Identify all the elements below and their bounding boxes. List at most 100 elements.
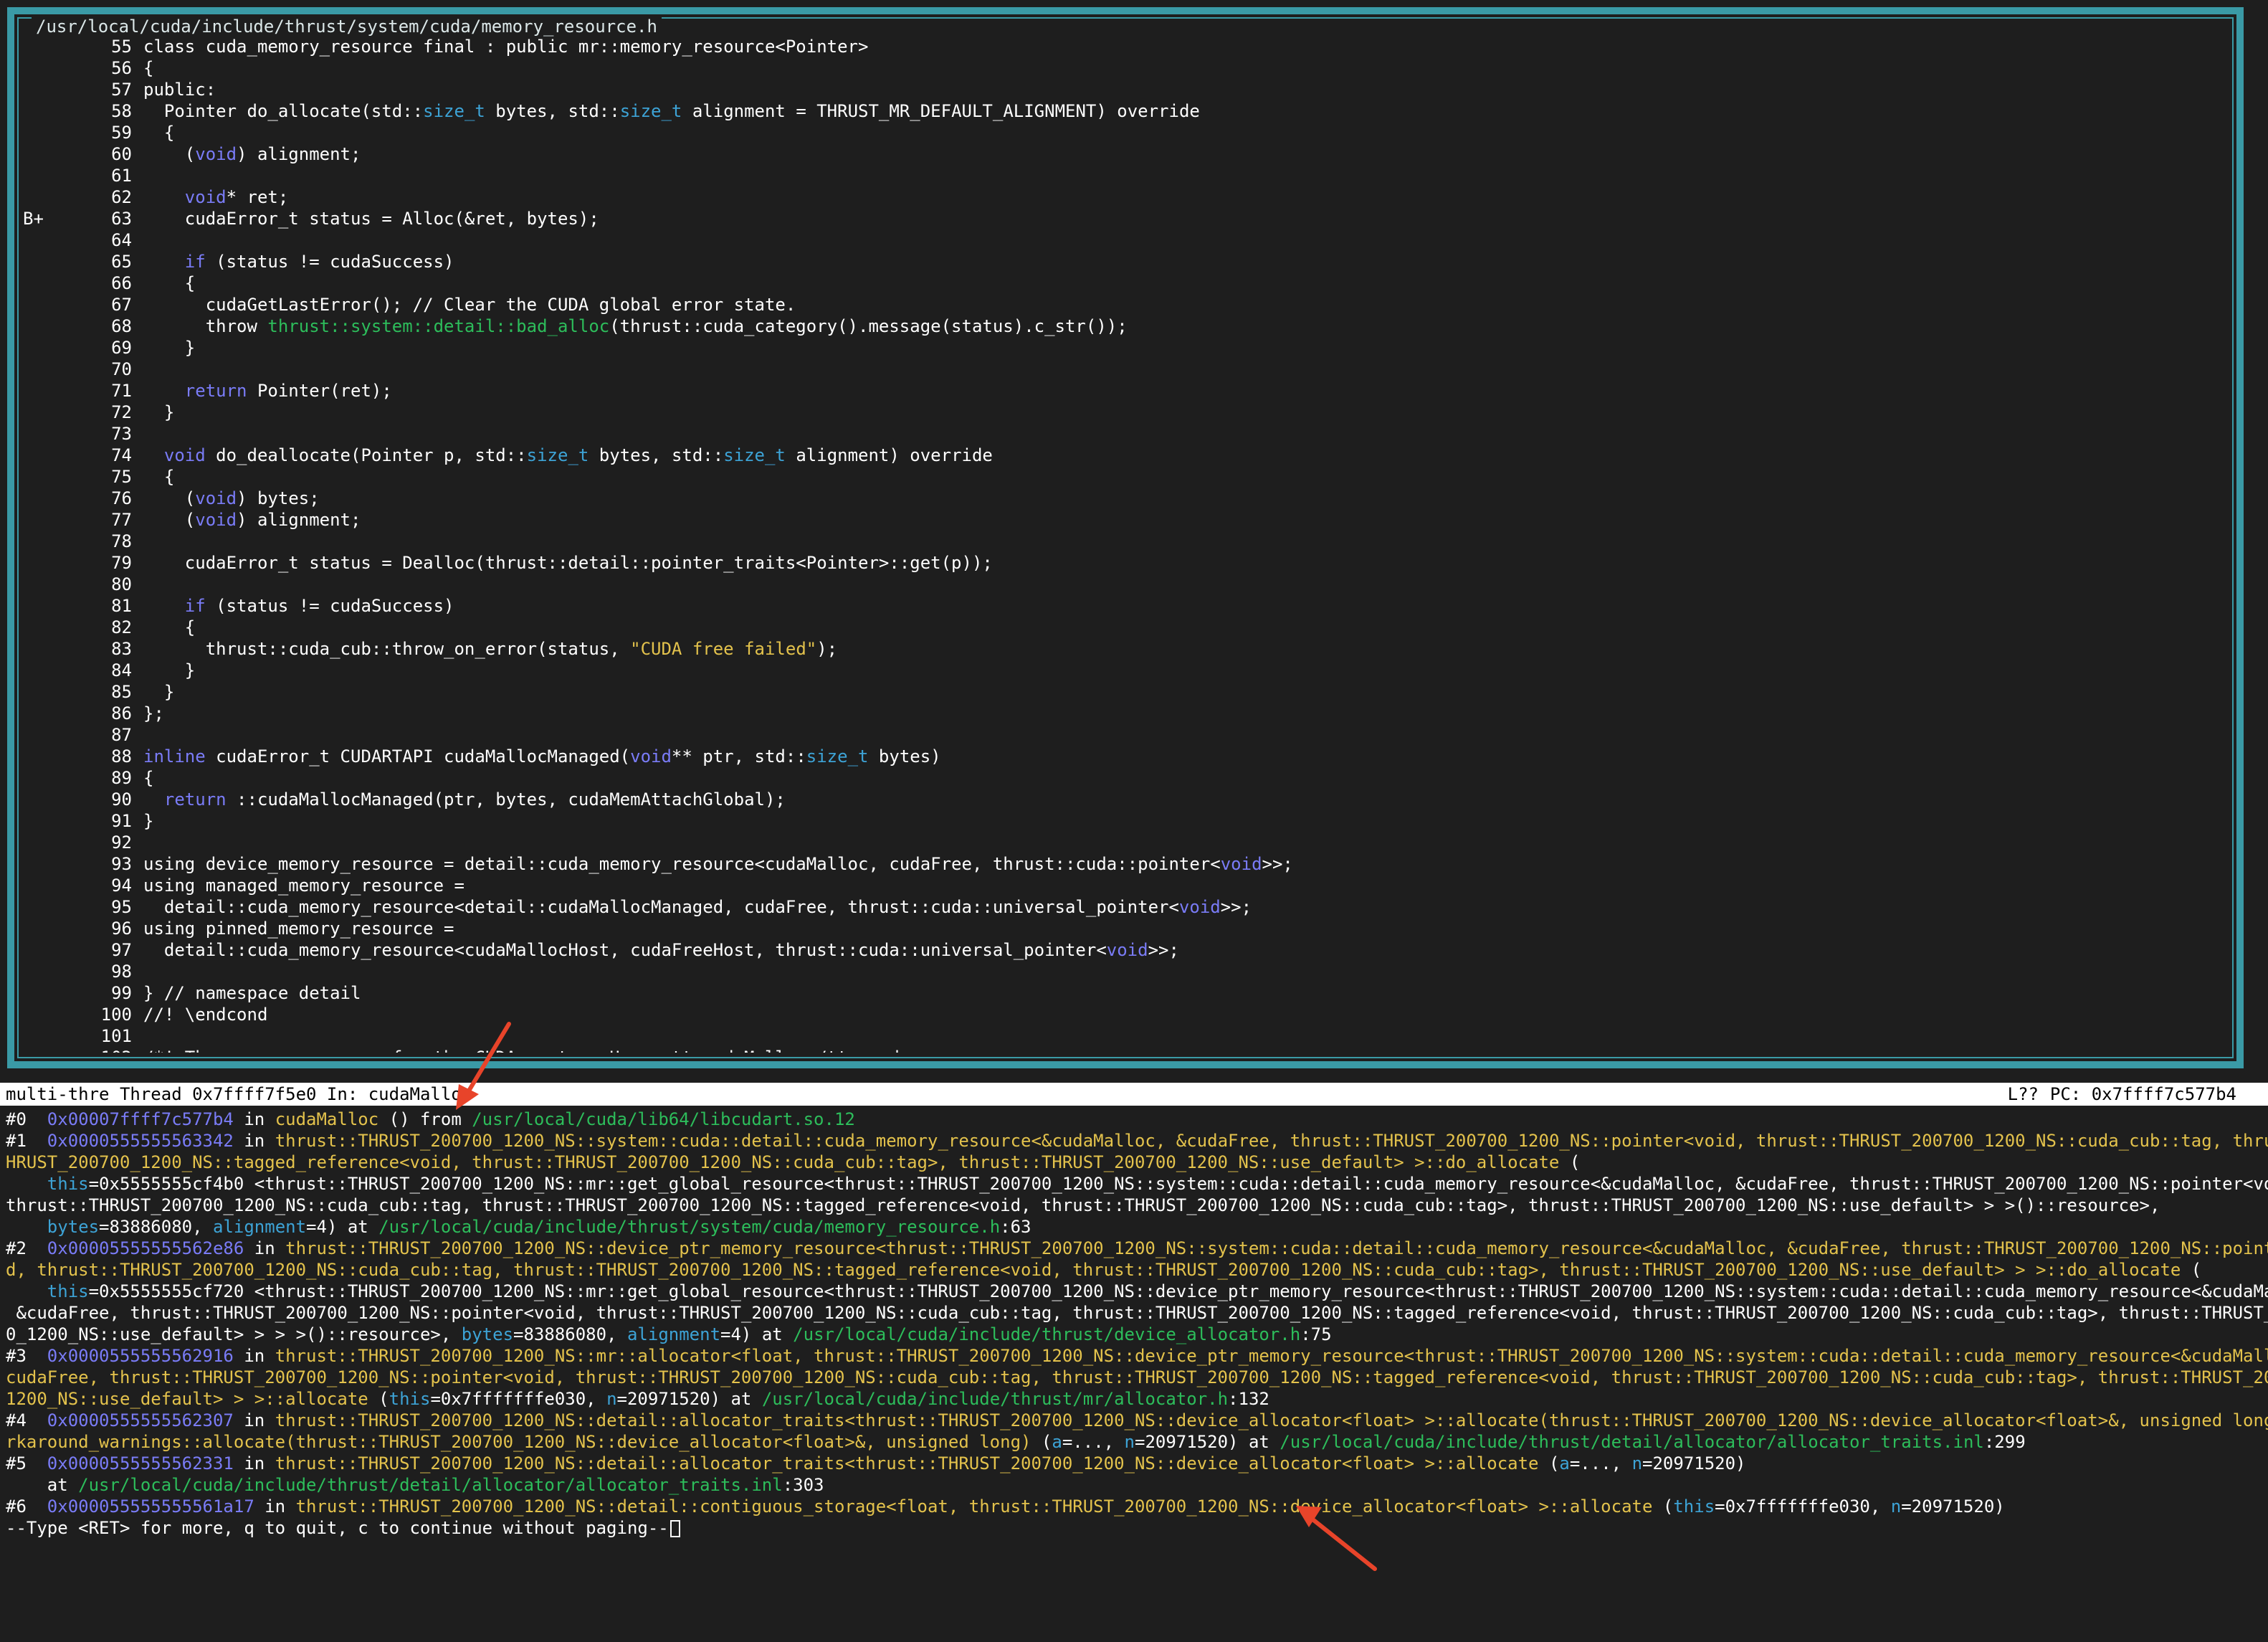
source-line[interactable]: 69 }	[23, 337, 2228, 359]
line-number: 72	[111, 402, 132, 422]
source-line[interactable]: 87	[23, 724, 2228, 746]
line-number: 68	[111, 316, 132, 336]
source-line[interactable]: 57 public:	[23, 79, 2228, 100]
status-program-counter: PC: 0x7ffff7c577b4	[2049, 1084, 2236, 1104]
backtrace-segment: 0x00005555555562e86	[47, 1238, 244, 1258]
backtrace-segment: =4) at	[306, 1217, 379, 1237]
source-line[interactable]: 67 cudaGetLastError(); // Clear the CUDA…	[23, 294, 2228, 315]
backtrace-segment: 0_1200_NS::use_default> > > >()::resourc…	[6, 1324, 462, 1344]
backtrace-segment: thrust::THRUST_200700_1200_NS::detail::a…	[275, 1453, 1539, 1473]
source-line[interactable]: 86};	[23, 703, 2228, 724]
source-line[interactable]: 73	[23, 423, 2228, 445]
pager-prompt-line[interactable]: --Type <RET> for more, q to quit, c to c…	[0, 1517, 2268, 1539]
source-line[interactable]: 88 inline cudaError_t CUDARTAPI cudaMallo…	[23, 746, 2228, 767]
source-line[interactable]: 92	[23, 832, 2228, 853]
source-line[interactable]: 89 {	[23, 767, 2228, 789]
backtrace-line: d, thrust::THRUST_200700_1200_NS::cuda_c…	[0, 1259, 2268, 1281]
source-line[interactable]: 71 return Pointer(ret);	[23, 380, 2228, 402]
backtrace-line: rkaround_warnings::allocate(thrust::THRU…	[0, 1431, 2268, 1453]
source-line[interactable]: 90 return ::cudaMallocManaged(ptr, bytes…	[23, 789, 2228, 810]
source-line[interactable]: 68 throw thrust::system::detail::bad_all…	[23, 315, 2228, 337]
backtrace-segment: =...,	[1569, 1453, 1632, 1473]
backtrace-segment	[6, 1281, 47, 1301]
source-window[interactable]: /usr/local/cuda/include/thrust/system/cu…	[7, 7, 2244, 1068]
source-line[interactable]: 83 thrust::cuda_cub::throw_on_error(stat…	[23, 638, 2228, 660]
source-line[interactable]: 70	[23, 359, 2228, 380]
source-code-area[interactable]: 55 class cuda_memory_resource final : pub…	[23, 36, 2228, 1053]
source-line[interactable]: 79 cudaError_t status = Dealloc(thrust::…	[23, 552, 2228, 574]
source-line[interactable]: 100 //! \endcond	[23, 1004, 2228, 1025]
backtrace-segment: a	[1559, 1453, 1570, 1473]
backtrace-segment: =83886080,	[513, 1324, 627, 1344]
source-line[interactable]: 74 void do_deallocate(Pointer p, std::si…	[23, 445, 2228, 466]
source-line[interactable]: 96 using pinned_memory_resource =	[23, 918, 2228, 939]
line-number: 57	[111, 80, 132, 100]
line-number: 76	[111, 488, 132, 508]
source-line[interactable]: 78	[23, 531, 2228, 552]
source-line[interactable]: 59 {	[23, 122, 2228, 143]
backtrace-line: HRUST_200700_1200_NS::tagged_reference<v…	[0, 1152, 2268, 1173]
line-number: 93	[111, 854, 132, 874]
source-line[interactable]: 65 if (status != cudaSuccess)	[23, 251, 2228, 272]
source-line[interactable]: 97 detail::cuda_memory_resource<cudaMall…	[23, 939, 2228, 961]
source-line[interactable]: 99} // namespace detail	[23, 982, 2228, 1004]
source-line[interactable]: 77 (void) alignment;	[23, 509, 2228, 531]
source-line[interactable]: 82 {	[23, 617, 2228, 638]
source-line[interactable]: 60 (void) alignment;	[23, 143, 2228, 165]
backtrace-line: #2 0x00005555555562e86 in thrust::THRUST…	[0, 1238, 2268, 1259]
backtrace-segment: (	[1652, 1496, 1674, 1517]
source-line[interactable]: 84 }	[23, 660, 2228, 681]
line-number: 75	[111, 467, 132, 487]
backtrace-line: #0 0x00007ffff7c577b4 in cudaMalloc () f…	[0, 1109, 2268, 1130]
source-line[interactable]: 98	[23, 961, 2228, 982]
source-line[interactable]: 66 {	[23, 272, 2228, 294]
source-line[interactable]: 72 }	[23, 402, 2228, 423]
source-line[interactable]: 81 if (status != cudaSuccess)	[23, 595, 2228, 617]
line-number: 94	[111, 875, 132, 896]
source-line[interactable]: 64	[23, 229, 2228, 251]
line-number: 84	[111, 660, 132, 680]
backtrace-segment: thrust::THRUST_200700_1200_NS::system::c…	[275, 1131, 2268, 1151]
source-line[interactable]: 94 using managed_memory_resource =	[23, 875, 2228, 896]
source-line[interactable]: 75 {	[23, 466, 2228, 488]
line-number: 78	[111, 531, 132, 551]
backtrace-segment: n	[1631, 1453, 1643, 1473]
backtrace-segment: /usr/local/cuda/include/thrust/detail/al…	[1280, 1432, 1984, 1452]
line-code: /*! The memory resource for the CUDA sys…	[143, 1047, 962, 1053]
source-line[interactable]: 61	[23, 165, 2228, 186]
source-line[interactable]: 58 Pointer do_allocate(std::size_t bytes…	[23, 100, 2228, 122]
source-line[interactable]: 76 (void) bytes;	[23, 488, 2228, 509]
source-line[interactable]: 95 detail::cuda_memory_resource<detail::…	[23, 896, 2228, 918]
source-line[interactable]: 85 }	[23, 681, 2228, 703]
line-number: 85	[111, 682, 132, 702]
line-code: using device_memory_resource = detail::c…	[143, 854, 1293, 874]
line-number: 62	[111, 187, 132, 207]
line-code: }	[143, 811, 154, 831]
backtrace-line: &cudaFree, thrust::THRUST_200700_1200_NS…	[0, 1302, 2268, 1324]
line-number: 60	[111, 144, 132, 164]
source-line[interactable]: 102 /*! The memory resource for the CUDA …	[23, 1047, 2228, 1053]
line-code: detail::cuda_memory_resource<detail::cud…	[143, 897, 1252, 917]
line-code: (void) alignment;	[143, 510, 361, 530]
line-number: 82	[111, 617, 132, 637]
line-number: 95	[111, 897, 132, 917]
source-line[interactable]: 101	[23, 1025, 2228, 1047]
source-line[interactable]: 62 void* ret;	[23, 186, 2228, 208]
terminal-cursor[interactable]	[670, 1520, 680, 1537]
source-line[interactable]: 93 using device_memory_resource = detail:…	[23, 853, 2228, 875]
source-line[interactable]: 55 class cuda_memory_resource final : pub…	[23, 36, 2228, 57]
backtrace-segment: =20971520) at	[616, 1389, 762, 1409]
backtrace-segment: (	[2181, 1260, 2202, 1280]
backtrace-segment: (	[368, 1389, 389, 1409]
line-code: return ::cudaMallocManaged(ptr, bytes, c…	[163, 789, 786, 810]
backtrace-console[interactable]: #0 0x00007ffff7c577b4 in cudaMalloc () f…	[0, 1109, 2268, 1539]
source-line[interactable]: 91}	[23, 810, 2228, 832]
source-line[interactable]: 80	[23, 574, 2228, 595]
backtrace-segment: (	[1031, 1432, 1052, 1452]
backtrace-segment: /usr/local/cuda/include/thrust/detail/al…	[78, 1475, 783, 1495]
backtrace-line: #4 0x0000555555562307 in thrust::THRUST_…	[0, 1410, 2268, 1431]
backtrace-segment: in	[233, 1109, 275, 1129]
source-line[interactable]: 56 {	[23, 57, 2228, 79]
line-code: {	[143, 58, 154, 78]
source-line[interactable]: B+ 63 cudaError_t status = Alloc(&ret, by…	[23, 208, 2228, 229]
